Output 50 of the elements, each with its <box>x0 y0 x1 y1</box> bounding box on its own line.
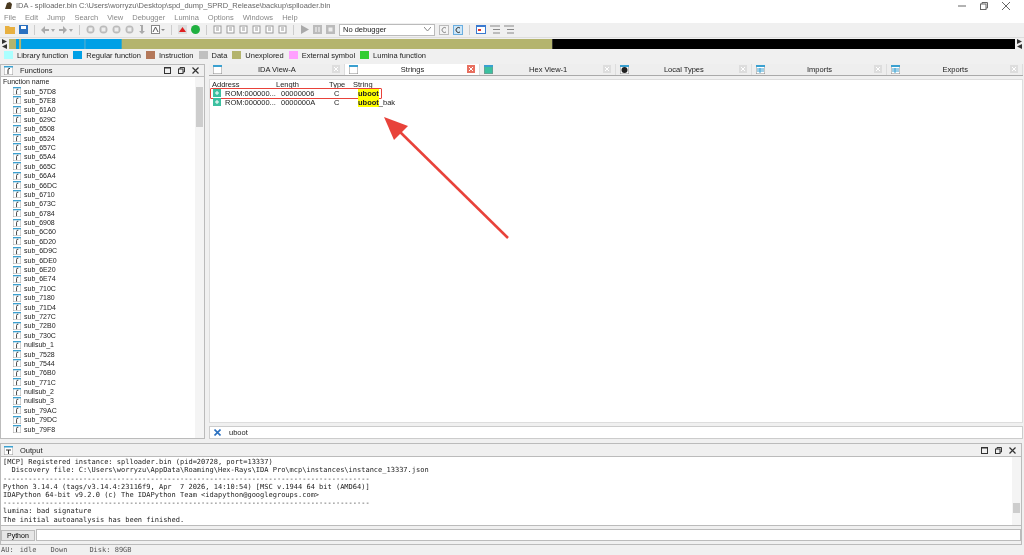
minimize-icon[interactable] <box>958 2 966 10</box>
graph-icon[interactable] <box>178 25 187 35</box>
toolbar-icon[interactable] <box>278 25 287 35</box>
float-icon[interactable] <box>178 66 185 74</box>
toolbar-icon[interactable] <box>252 25 261 35</box>
window-icon <box>484 64 494 74</box>
maximize-icon[interactable] <box>981 446 988 454</box>
restore-icon[interactable] <box>980 2 988 10</box>
stop-icon[interactable] <box>326 25 335 35</box>
window-icon <box>213 64 222 74</box>
table-icon <box>755 64 765 74</box>
close-icon[interactable] <box>1009 446 1016 454</box>
step-arrow-icon[interactable] <box>138 25 147 35</box>
close-icon[interactable] <box>192 66 199 74</box>
text-icon[interactable] <box>151 25 165 35</box>
toolbar-icon[interactable] <box>226 25 235 35</box>
command-input-field[interactable] <box>35 529 1021 542</box>
maximize-icon[interactable] <box>164 66 171 74</box>
caret-icon[interactable] <box>424 27 431 33</box>
list-icon[interactable] <box>504 25 514 35</box>
window-icon <box>348 64 358 74</box>
scrollbar[interactable] <box>195 76 204 439</box>
close-icon[interactable] <box>1002 2 1010 10</box>
circle-icon <box>620 64 629 74</box>
toolbar-icon[interactable] <box>99 25 108 35</box>
pause-icon[interactable] <box>313 25 322 35</box>
toolbar-icon[interactable] <box>213 25 222 35</box>
navigation-band-drawing[interactable] <box>9 38 1015 49</box>
list-icon[interactable] <box>490 25 500 35</box>
toolbar-icon[interactable] <box>86 25 95 35</box>
c-icon[interactable] <box>453 24 463 35</box>
toolbar-icon[interactable] <box>265 25 274 35</box>
toolbar-icon[interactable] <box>239 25 248 35</box>
output-icon <box>4 445 13 455</box>
bug-icon <box>4 1 13 11</box>
circle-icon[interactable] <box>191 25 200 35</box>
table-icon <box>891 64 901 74</box>
window-icon[interactable] <box>476 25 486 35</box>
folder-icon[interactable] <box>5 25 15 35</box>
back-arrow-icon[interactable] <box>41 25 55 34</box>
nav-arrows-icon[interactable] <box>2 38 7 49</box>
scrollbar[interactable] <box>1012 457 1021 526</box>
nav-arrows-icon[interactable] <box>1017 38 1022 49</box>
float-icon[interactable] <box>995 446 1002 454</box>
close-icon[interactable] <box>214 429 221 437</box>
toolbar-icon[interactable] <box>112 25 121 35</box>
toolbar-icon[interactable] <box>125 25 134 35</box>
save-icon[interactable] <box>19 25 28 35</box>
forward-arrow-icon[interactable] <box>59 25 73 34</box>
play-icon[interactable] <box>300 25 309 35</box>
